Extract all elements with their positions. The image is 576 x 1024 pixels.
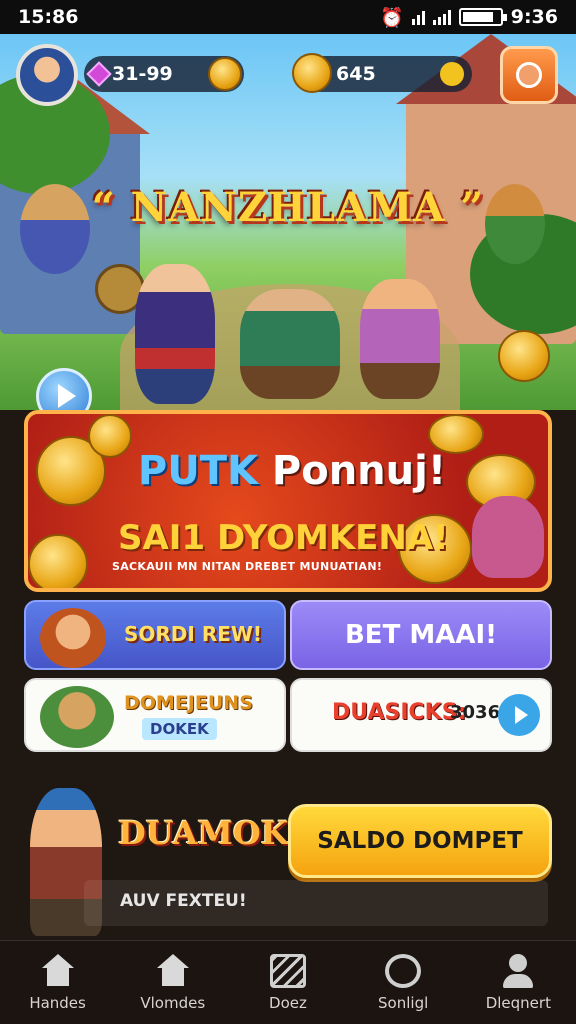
play-icon <box>57 384 76 408</box>
promo-banner[interactable]: PUTK Ponnuj! SAI1 DYOMKENA! SACKAUII MN … <box>24 410 552 592</box>
status-bar: 15:86 ⏰ 9:36 <box>0 0 576 34</box>
signal-icon <box>432 9 451 25</box>
tile-d-label: DUASICKS: <box>332 700 467 725</box>
promo-subtitle: SAI1 DYOMKENA! <box>118 518 449 558</box>
promo-title-part1: PUTK <box>137 448 258 494</box>
fox-character <box>360 279 440 399</box>
nav-item-dleqnert[interactable]: Dleqnert <box>463 945 573 1021</box>
notice-bar[interactable]: AUV FEXTEU! <box>84 880 548 926</box>
tile-bet-maai[interactable]: BET MAAI! <box>290 600 552 670</box>
tile-d-value: 3036 <box>450 702 501 723</box>
status-icons: ⏰ 9:36 <box>380 6 558 29</box>
play-video-button[interactable] <box>36 368 92 410</box>
tile-a-label: SORDI REW! <box>124 622 263 646</box>
coin-icon <box>28 534 88 588</box>
tile-c-label: DOMEJEUNS <box>124 692 253 714</box>
avatar[interactable] <box>16 44 78 106</box>
tile-b-label: BET MAAI! <box>344 620 497 650</box>
promo-title-part2: Ponnuj! <box>271 448 447 494</box>
gear-icon[interactable] <box>440 62 464 86</box>
cat-character <box>472 496 544 578</box>
wifi-icon <box>411 9 425 25</box>
nav-label: Handes <box>29 993 86 1012</box>
home-icon <box>155 953 191 988</box>
alarm-icon: ⏰ <box>380 6 404 29</box>
goblin-character <box>485 184 545 264</box>
coin-icon <box>498 330 550 382</box>
chat-button[interactable] <box>500 46 558 104</box>
battery-text: 9:36 <box>510 6 558 28</box>
girl-character-icon <box>40 608 106 668</box>
tile-domejeuns[interactable]: DOMEJEUNS DOKEK <box>24 678 286 752</box>
monkey-character <box>20 184 90 274</box>
battery-icon <box>458 8 507 26</box>
ticket-icon <box>269 953 306 988</box>
nav-label: Sonligl <box>378 993 429 1012</box>
home-icon <box>40 953 76 988</box>
nav-label: Vlomdes <box>140 993 206 1012</box>
wizard-character <box>135 264 215 404</box>
tile-duasicks[interactable]: DUASICKS: 3036 <box>290 678 552 752</box>
play-icon[interactable] <box>498 694 540 736</box>
phone-icon <box>385 953 422 988</box>
bottom-promo: DUAMOKS SALDO DOMPET AUV FEXTEU! <box>0 780 576 940</box>
saldo-dompet-button[interactable]: SALDO DOMPET <box>288 804 552 878</box>
nav-item-vlomdes[interactable]: Vlomdes <box>118 945 228 1021</box>
brand-logo: DUAMOKS <box>118 814 312 852</box>
promo-note: SACKAUII MN NITAN DREBET MUNUATIAN! <box>112 560 383 573</box>
nav-item-sonligl[interactable]: Sonligl <box>348 945 458 1021</box>
gem-icon <box>86 61 112 87</box>
bottom-nav: Handes Vlomdes Doez Sonligl Dleqnert <box>0 940 576 1024</box>
coins-counter[interactable]: 645 <box>292 53 472 93</box>
user-icon <box>500 953 536 988</box>
coin-icon <box>208 57 242 91</box>
gems-counter[interactable]: 31-99 <box>84 56 244 92</box>
goblin-character-icon <box>40 686 114 748</box>
nav-label: Doez <box>269 993 307 1012</box>
nav-item-doez[interactable]: Doez <box>233 945 343 1021</box>
promo-title: PUTK Ponnuj! <box>28 448 548 494</box>
tile-c-sublabel: DOKEK <box>142 718 217 740</box>
coins-value: 645 <box>336 63 376 85</box>
notice-text: AUV FEXTEU! <box>120 891 247 911</box>
clock: 15:86 <box>18 6 79 28</box>
tile-sordi-rew[interactable]: SORDI REW! <box>24 600 286 670</box>
gems-value: 31-99 <box>112 63 173 85</box>
thief-character <box>240 289 340 399</box>
nav-item-handes[interactable]: Handes <box>3 945 113 1021</box>
top-hud: 31-99 645 <box>0 44 576 106</box>
nav-label: Dleqnert <box>485 993 551 1012</box>
chat-icon <box>516 62 542 88</box>
coin-icon <box>292 53 332 93</box>
